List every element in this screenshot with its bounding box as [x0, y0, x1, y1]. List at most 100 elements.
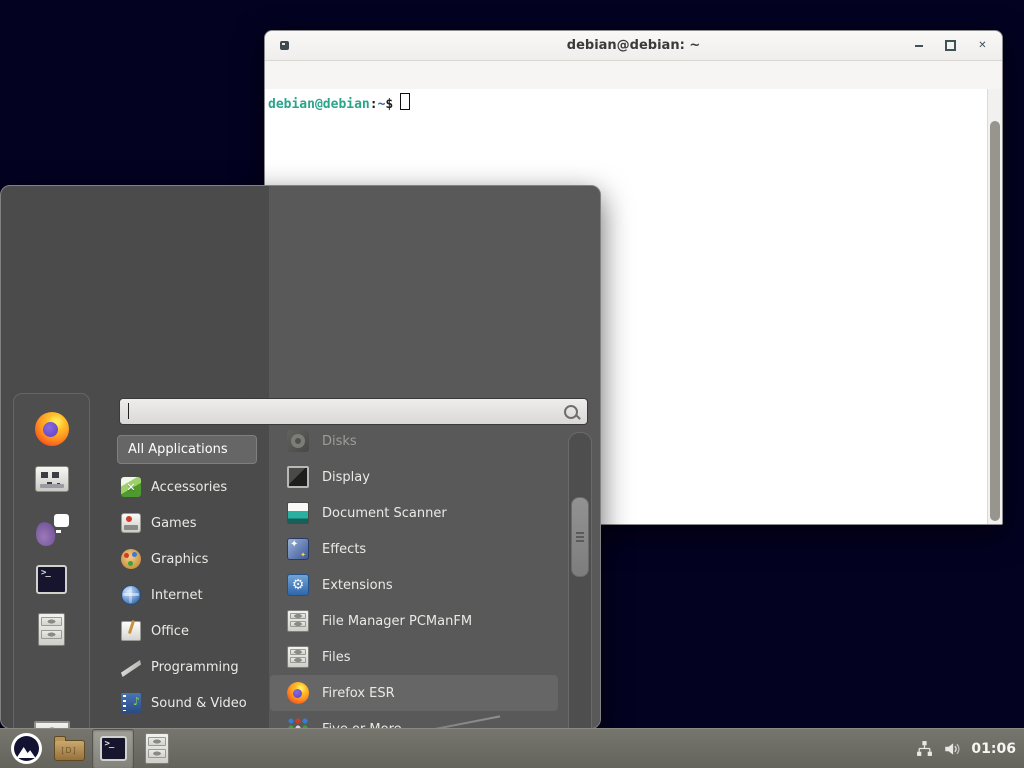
app-label: Extensions [322, 578, 393, 593]
clock[interactable]: 01:06 [971, 741, 1016, 757]
terminal-scrollbar[interactable] [987, 89, 1002, 524]
window-controls [907, 31, 994, 60]
category-label: Programming [151, 660, 239, 675]
terminal-menubar [265, 61, 1002, 90]
category-item[interactable]: All Applications [117, 435, 257, 464]
firefox-icon [287, 682, 309, 704]
category-item[interactable]: Accessories [105, 469, 269, 505]
category-label: Graphics [151, 552, 208, 567]
text-caret [128, 403, 129, 419]
app-item[interactable]: Document Scanner [270, 495, 558, 531]
effects-icon [287, 538, 309, 560]
category-label: Games [151, 516, 196, 531]
search-icon [564, 405, 578, 419]
terminal-window-icon [280, 41, 289, 50]
category-label: Accessories [151, 480, 227, 495]
terminal-window-button[interactable] [92, 729, 134, 768]
menu-scrollbar-thumb[interactable] [571, 497, 589, 577]
app-label: Display [322, 470, 370, 485]
category-item[interactable]: Graphics [105, 541, 269, 577]
app-label: File Manager PCManFM [322, 614, 472, 629]
menu-item[interactable] [307, 71, 325, 79]
programming-icon [121, 657, 141, 677]
sound-video-icon [121, 693, 141, 713]
prompt-separator: : [370, 97, 378, 112]
doc-scanner-icon [287, 502, 309, 524]
favorite-files[interactable] [14, 604, 89, 654]
network-icon[interactable] [916, 740, 933, 757]
app-item[interactable]: Effects [270, 531, 558, 567]
cabinet-icon [287, 646, 309, 668]
category-item[interactable]: Office [105, 613, 269, 649]
menu-item[interactable] [325, 71, 343, 79]
games-icon [121, 513, 141, 533]
app-label: Firefox ESR [322, 686, 395, 701]
terminal-titlebar[interactable]: debian@debian: ~ [265, 31, 1002, 61]
category-label: Sound & Video [151, 696, 247, 711]
office-icon [121, 621, 141, 641]
menu-item[interactable] [271, 71, 289, 79]
app-item[interactable]: Firefox ESR [270, 675, 558, 711]
search-input[interactable] [119, 398, 588, 425]
menu-scrollbar[interactable] [568, 432, 592, 768]
taskbar-launchers [6, 729, 180, 768]
terminal-dark-icon [100, 736, 127, 761]
display-icon [287, 466, 309, 488]
terminal-scrollbar-thumb[interactable] [990, 121, 1000, 521]
category-item[interactable]: Sound & Video [105, 685, 269, 721]
prompt-symbol: $ [385, 97, 393, 112]
extensions-icon [287, 574, 309, 596]
graphics-icon [121, 549, 141, 569]
menu-button[interactable] [6, 730, 46, 768]
category-item[interactable]: Games [105, 505, 269, 541]
accessories-icon [121, 477, 141, 497]
category-item[interactable]: Programming [105, 649, 269, 685]
minimize-icon[interactable] [907, 36, 930, 56]
cabinet-icon [38, 613, 65, 646]
category-label: Office [151, 624, 189, 639]
prompt-user-host: debian@debian [268, 97, 370, 112]
file-manager-launcher[interactable] [137, 730, 177, 768]
terminal-cursor [400, 93, 410, 110]
menu-item[interactable] [361, 71, 379, 79]
folder-d-icon [54, 740, 85, 761]
favorite-messenger[interactable] [14, 504, 89, 554]
firefox-icon [35, 412, 69, 446]
category-label: All Applications [128, 442, 228, 457]
category-label: Internet [151, 588, 203, 603]
application-list: Disks Display Document Scanner Effects E… [270, 425, 566, 768]
favorite-terminal[interactable] [14, 554, 89, 604]
app-label: Files [322, 650, 351, 665]
desktop: debian@debian: ~ debian@debian:~$ [0, 0, 1024, 768]
app-item[interactable]: Display [270, 459, 558, 495]
taskbar: 01:06 [0, 728, 1024, 768]
cabinet-icon [145, 733, 169, 764]
favorite-firefox[interactable] [14, 404, 89, 454]
app-item[interactable]: Extensions [270, 567, 558, 603]
terminal-dark-icon [36, 565, 67, 594]
terminal-title: debian@debian: ~ [265, 38, 1002, 53]
pidgin-icon [35, 512, 69, 546]
menu-item[interactable] [343, 71, 361, 79]
settings-icon [35, 466, 69, 492]
favorite-settings[interactable] [14, 454, 89, 504]
app-item[interactable]: File Manager PCManFM [270, 603, 558, 639]
application-menu: All Applications Accessories Games Graph… [0, 185, 601, 729]
volume-icon[interactable] [943, 740, 961, 758]
app-label: Document Scanner [322, 506, 447, 521]
files-folder-launcher[interactable] [49, 730, 89, 768]
menu-orb-icon [11, 733, 42, 764]
category-item[interactable]: Internet [105, 577, 269, 613]
disks-icon [287, 430, 309, 452]
menu-item[interactable] [289, 71, 307, 79]
system-tray: 01:06 [916, 740, 1016, 758]
favorites-panel [13, 393, 90, 768]
maximize-icon[interactable] [939, 36, 962, 56]
app-label: Effects [322, 542, 366, 557]
cabinet-icon [287, 610, 309, 632]
app-item[interactable]: Disks [270, 425, 558, 459]
app-label: Disks [322, 434, 357, 449]
close-icon[interactable] [971, 36, 994, 56]
internet-icon [121, 585, 141, 605]
app-item[interactable]: Files [270, 639, 558, 675]
